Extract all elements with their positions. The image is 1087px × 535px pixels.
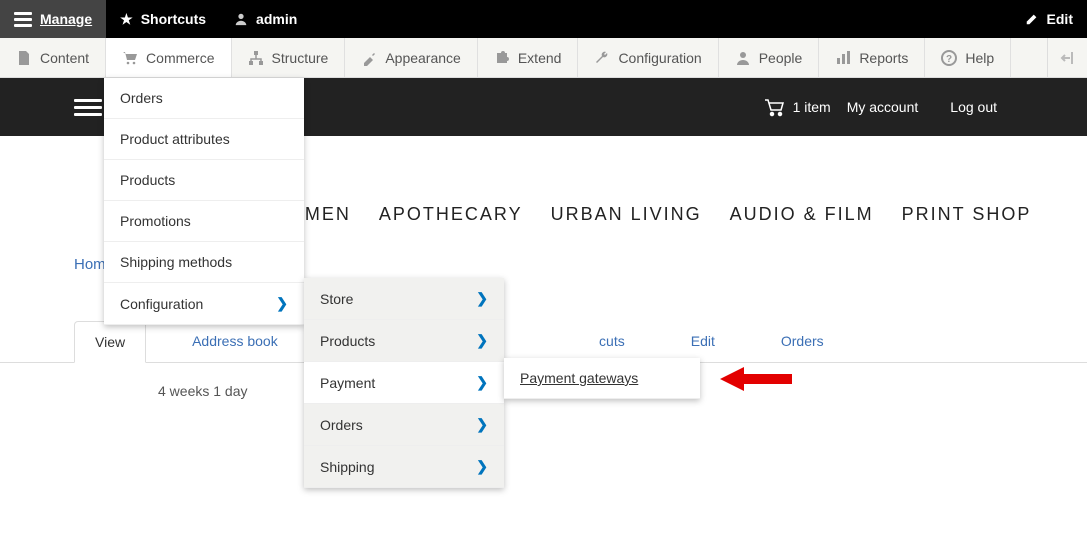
- commerce-dropdown: Orders Product attributes Products Promo…: [104, 78, 304, 325]
- dropdown-item-store[interactable]: Store❯: [304, 278, 504, 320]
- chevron-right-icon: ❯: [276, 295, 288, 312]
- annotation-arrow-icon: [720, 364, 792, 394]
- admin-item-label: Structure: [272, 50, 329, 66]
- admin-item-content[interactable]: Content: [0, 38, 106, 77]
- navitem-print-shop[interactable]: PRINT SHOP: [902, 204, 1032, 225]
- admin-item-label: People: [759, 50, 803, 66]
- my-account-link[interactable]: My account: [831, 99, 935, 115]
- dropdown-item-payment-gateways[interactable]: Payment gateways: [504, 358, 700, 399]
- cart-icon: [763, 97, 785, 117]
- chevron-right-icon: ❯: [476, 458, 488, 475]
- admin-item-structure[interactable]: Structure: [232, 38, 346, 77]
- collapse-icon: [1060, 50, 1076, 66]
- tab-edit[interactable]: Edit: [671, 321, 735, 362]
- dropdown-item-orders2[interactable]: Orders❯: [304, 404, 504, 446]
- edit-label: Edit: [1047, 11, 1073, 27]
- admin-item-label: Commerce: [146, 50, 214, 66]
- admin-item-people[interactable]: People: [719, 38, 820, 77]
- dropdown-item-payment[interactable]: Payment❯: [304, 362, 504, 404]
- star-icon: ★: [120, 11, 133, 28]
- navitem-apothecary[interactable]: APOTHECARY: [379, 204, 523, 225]
- manage-label: Manage: [40, 11, 92, 27]
- configuration-dropdown: Store❯ Products❯ Payment❯ Orders❯ Shippi…: [304, 278, 504, 488]
- appearance-icon: [361, 50, 377, 66]
- toolbar-admin: Content Commerce Structure Appearance Ex…: [0, 38, 1087, 78]
- cart-icon: [122, 50, 138, 66]
- admin-item-help[interactable]: ? Help: [925, 38, 1011, 77]
- structure-icon: [248, 50, 264, 66]
- dropdown-item-promotions[interactable]: Promotions: [104, 201, 304, 242]
- dropdown-item-shipping[interactable]: Shipping❯: [304, 446, 504, 488]
- admin-item-label: Content: [40, 50, 89, 66]
- puzzle-icon: [494, 50, 510, 66]
- navitem-urban-living[interactable]: URBAN LIVING: [551, 204, 702, 225]
- navitem-men[interactable]: MEN: [305, 204, 351, 225]
- cart-link[interactable]: 1 item: [763, 97, 831, 117]
- user-icon: [234, 12, 248, 26]
- admin-item-commerce[interactable]: Commerce: [106, 38, 231, 77]
- dropdown-item-products[interactable]: Products: [104, 160, 304, 201]
- hamburger-icon: [14, 12, 32, 27]
- admin-item-label: Extend: [518, 50, 562, 66]
- manage-button[interactable]: Manage: [0, 0, 106, 38]
- help-icon: ?: [941, 50, 957, 66]
- dropdown-item-products2[interactable]: Products❯: [304, 320, 504, 362]
- dropdown-item-configuration[interactable]: Configuration❯: [104, 283, 304, 325]
- edit-button[interactable]: Edit: [1011, 0, 1087, 38]
- toolbar-top: Manage ★ Shortcuts admin Edit: [0, 0, 1087, 38]
- dropdown-item-product-attributes[interactable]: Product attributes: [104, 119, 304, 160]
- chevron-right-icon: ❯: [476, 332, 488, 349]
- chart-icon: [835, 50, 851, 66]
- tab-address-book[interactable]: Address book: [172, 321, 298, 362]
- admin-item-appearance[interactable]: Appearance: [345, 38, 478, 77]
- cart-count: 1 item: [793, 99, 831, 115]
- chevron-right-icon: ❯: [476, 374, 488, 391]
- site-menu-button[interactable]: [74, 99, 102, 116]
- admin-item-label: Appearance: [385, 50, 461, 66]
- dropdown-item-orders[interactable]: Orders: [104, 78, 304, 119]
- svg-text:?: ?: [946, 54, 952, 65]
- tab-view[interactable]: View: [74, 321, 146, 363]
- admin-item-label: Reports: [859, 50, 908, 66]
- tab-partial-2[interactable]: cuts: [579, 321, 645, 362]
- admin-item-label: Help: [965, 50, 994, 66]
- admin-label: admin: [256, 11, 297, 27]
- admin-user-button[interactable]: admin: [220, 0, 311, 38]
- admin-item-label: Configuration: [618, 50, 701, 66]
- shortcuts-label: Shortcuts: [141, 11, 206, 27]
- navitem-audio-film[interactable]: AUDIO & FILM: [730, 204, 874, 225]
- wrench-icon: [594, 50, 610, 66]
- people-icon: [735, 50, 751, 66]
- shortcuts-button[interactable]: ★ Shortcuts: [106, 0, 220, 38]
- payment-dropdown: Payment gateways: [504, 358, 700, 399]
- document-icon: [16, 50, 32, 66]
- admin-item-extend[interactable]: Extend: [478, 38, 579, 77]
- pencil-icon: [1025, 12, 1039, 26]
- admin-item-reports[interactable]: Reports: [819, 38, 925, 77]
- tab-orders[interactable]: Orders: [761, 321, 844, 362]
- logout-link[interactable]: Log out: [934, 99, 1013, 115]
- dropdown-item-shipping-methods[interactable]: Shipping methods: [104, 242, 304, 283]
- chevron-right-icon: ❯: [476, 416, 488, 433]
- admin-item-configuration[interactable]: Configuration: [578, 38, 718, 77]
- chevron-right-icon: ❯: [476, 290, 488, 307]
- collapse-button[interactable]: [1047, 38, 1087, 77]
